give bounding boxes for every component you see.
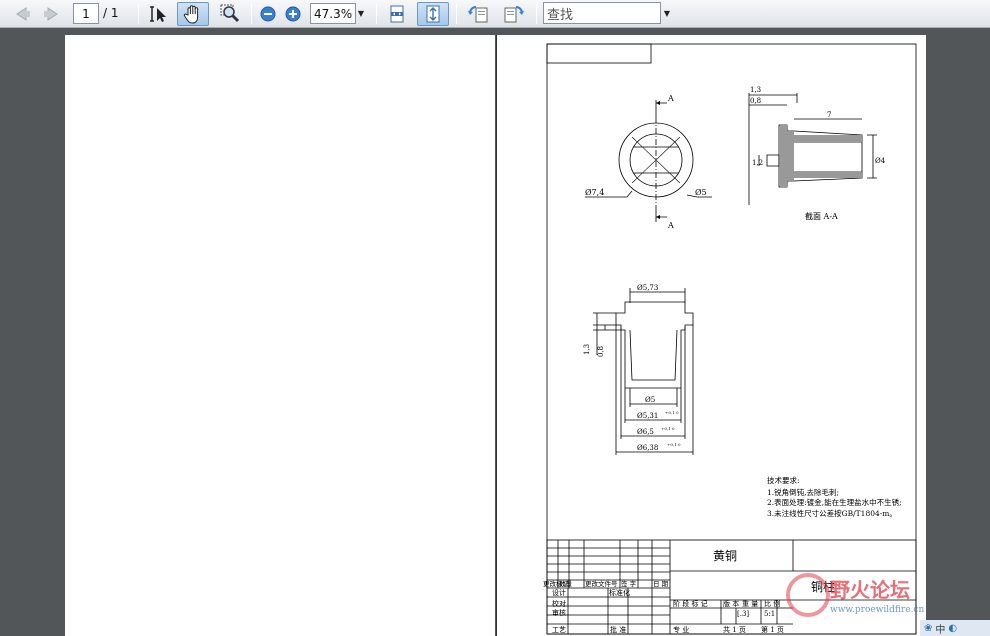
front-dim-531-tol: +0,1 0 xyxy=(665,410,679,415)
tb-version-value: [.3] xyxy=(737,610,749,618)
title-material: 黄铜 xyxy=(713,548,737,563)
engineering-drawing: A A Ø7,4 Ø5 1,3 0,8 7 1,2 Ø4 截面 A-A Ø5,7… xyxy=(543,43,917,635)
separator xyxy=(456,4,457,24)
fit-width-button[interactable] xyxy=(384,2,410,26)
search-dropdown[interactable]: ▼ xyxy=(662,3,672,24)
text-cursor-arrow-icon xyxy=(150,6,166,22)
zoom-in-button[interactable] xyxy=(283,2,303,26)
front-dim-65-tol: +0,1 0 xyxy=(661,426,675,431)
section-dim-dia: Ø4 xyxy=(875,157,886,165)
forum-watermark: 野火论坛 www.proewildfire.cn xyxy=(780,565,930,625)
separator xyxy=(536,4,537,24)
fit-width-icon xyxy=(390,5,404,23)
zoom-out-button[interactable] xyxy=(258,2,278,26)
search-input[interactable]: 查找 xyxy=(543,2,661,24)
rotate-counterclockwise-button[interactable] xyxy=(464,2,492,26)
section-dim-08: 0,8 xyxy=(750,97,761,105)
viewport-gutter xyxy=(926,29,990,636)
tech-req-title: 技术要求: xyxy=(767,475,800,485)
magnifier-icon xyxy=(220,4,240,23)
dim-top-inner: Ø5 xyxy=(695,188,707,197)
watermark-logo-icon: 野火论坛 www.proewildfire.cn xyxy=(786,573,924,617)
rotate-right-icon xyxy=(504,6,524,23)
zoom-in-icon xyxy=(285,6,301,22)
front-dim-08: 0,8 xyxy=(597,346,605,357)
page-drawing: A A Ø7,4 Ø5 1,3 0,8 7 1,2 Ø4 截面 A-A Ø5,7… xyxy=(496,35,926,636)
tb-scale: 比 例 xyxy=(764,599,780,608)
zoom-dropdown[interactable]: ▼ xyxy=(356,3,366,24)
document-viewport[interactable]: A A Ø7,4 Ø5 1,3 0,8 7 1,2 Ø4 截面 A-A Ø5,7… xyxy=(0,29,990,636)
paw-icon: ❀ xyxy=(924,622,933,634)
next-page-button[interactable] xyxy=(40,2,64,26)
section-dim-len: 7 xyxy=(827,111,831,119)
tb-review: 审核 xyxy=(552,608,566,617)
tb-total-pages: 共 1 页 xyxy=(723,625,746,634)
fit-page-button[interactable] xyxy=(417,2,449,26)
section-dim-h: 1,2 xyxy=(752,159,763,167)
tb-process: 工艺 xyxy=(552,626,566,634)
watermark-url: www.proewildfire.cn xyxy=(830,605,924,615)
tb-weight: 重 量 xyxy=(742,600,758,608)
tb-stage: 阶 段 标 记 xyxy=(673,599,708,608)
fit-page-icon xyxy=(426,5,440,23)
rotate-clockwise-button[interactable] xyxy=(500,2,528,26)
tb-approve: 批 准 xyxy=(610,625,626,634)
front-dim-13: 1,3 xyxy=(583,344,591,355)
separator xyxy=(251,4,252,24)
hand-icon xyxy=(183,5,199,24)
tb-design: 设计 xyxy=(552,588,566,597)
marquee-zoom-button[interactable] xyxy=(216,2,244,26)
separator xyxy=(376,4,377,24)
front-dim-531: Ø5,31 xyxy=(637,412,658,420)
select-tool-button[interactable] xyxy=(146,2,172,26)
tech-req-line2: 2.表面处理:镀金,能在生理盐水中不生锈; xyxy=(767,497,902,507)
page-number-input[interactable]: 1 xyxy=(73,3,99,24)
tech-req-line3: 3.未注线性尺寸公差按GB/T1804-m。 xyxy=(767,508,897,518)
section-dim-13: 1,3 xyxy=(750,86,761,94)
chevron-down-icon: ▼ xyxy=(357,9,365,18)
tb-scale-value: 5:1 xyxy=(764,610,775,618)
previous-page-button[interactable] xyxy=(10,2,34,26)
tb-header-2: 数量 xyxy=(559,579,573,588)
page-blank xyxy=(65,35,495,636)
tb-version: 版 本 xyxy=(723,599,739,608)
front-dim-top: Ø5,73 xyxy=(637,284,658,292)
ime-tray[interactable]: ❀ 中 ◐ xyxy=(920,620,990,636)
separator xyxy=(138,4,139,24)
section-mark-bottom: A xyxy=(667,221,674,230)
arrow-left-icon xyxy=(16,7,30,21)
section-mark-top: A xyxy=(667,94,674,103)
tb-specialty: 专 业 xyxy=(673,625,689,634)
section-label: 截面 A-A xyxy=(805,211,838,221)
front-dim-638-tol: +0,1 0 xyxy=(667,442,681,447)
page-total: / 1 xyxy=(103,6,119,20)
moon-icon: ◐ xyxy=(948,622,958,634)
chevron-down-icon: ▼ xyxy=(663,9,671,18)
tb-header-3: 更改文件号 xyxy=(585,579,618,588)
zoom-level-input[interactable]: 47.3% xyxy=(310,3,356,24)
rotate-left-icon xyxy=(468,6,488,23)
ime-indicator: 中 xyxy=(935,624,946,636)
zoom-out-icon xyxy=(260,6,276,22)
hand-tool-button[interactable] xyxy=(177,2,209,26)
watermark-title: 野火论坛 xyxy=(830,578,910,602)
dim-top-outer: Ø7,4 xyxy=(585,188,604,197)
tb-header-5: 日 期 xyxy=(653,580,669,588)
front-dim-638: Ø6,38 xyxy=(637,444,658,452)
toolbar: 1 / 1 47.3% ▼ 查找 ▼ xyxy=(0,0,990,28)
front-dim-5: Ø5 xyxy=(645,396,655,404)
front-dim-65: Ø6,5 xyxy=(637,428,654,436)
tb-header-4: 签 字 xyxy=(621,579,637,588)
tb-check: 校对 xyxy=(552,599,566,608)
tb-std: 标准化 xyxy=(609,588,630,597)
tech-req-line1: 1.锐角倒钝,去除毛刺; xyxy=(767,487,839,497)
arrow-right-icon xyxy=(44,7,58,21)
tb-page-no: 第 1 页 xyxy=(761,625,784,634)
